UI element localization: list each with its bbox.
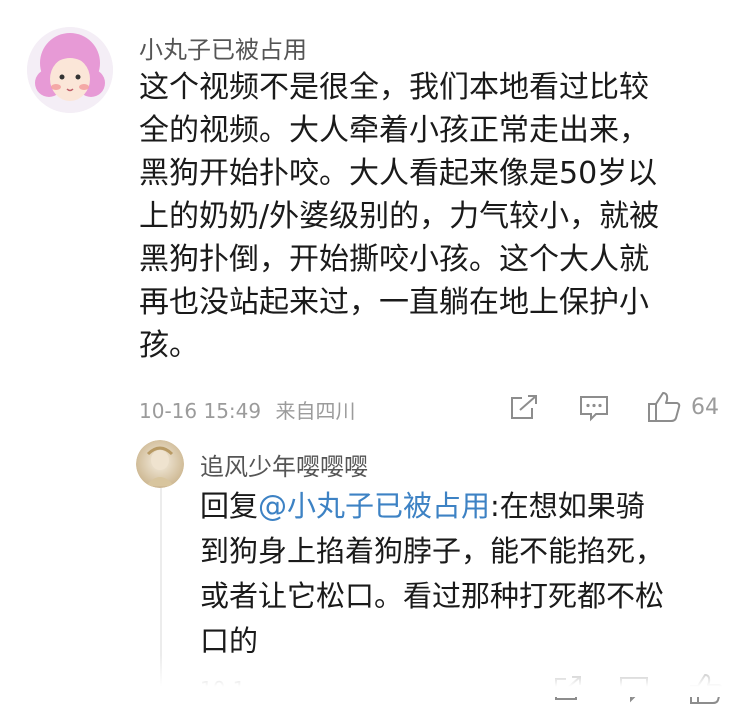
bottom-fade (0, 655, 750, 697)
reply-first-line-rest: :在想如果骑 (490, 489, 645, 523)
comment-line: 上的奶奶/外婆级别的，力气较小，就被 (139, 199, 660, 234)
share-icon[interactable] (508, 394, 540, 426)
comment-location: 来自四川 (275, 399, 356, 423)
avatar-illustration (27, 27, 113, 113)
comment-icon[interactable] (578, 394, 610, 426)
comment-line: 这个视频不是很全，我们本地看过比较 (139, 70, 649, 105)
comment-line: 黑狗开始扑咬。大人看起来像是50岁以 (139, 156, 658, 191)
like-icon[interactable] (646, 390, 682, 428)
reply-body: 回复@小丸子已被占用:在想如果骑 到狗身上掐着狗脖子，能不能掐死， 或者让它松口… (200, 484, 664, 664)
comment-line: 黑狗扑倒，开始撕咬小孩。这个大人就 (139, 242, 649, 277)
comment-username[interactable]: 小丸子已被占用 (139, 30, 307, 65)
comment-timestamp: 10-16 15:49 (139, 399, 262, 423)
avatar[interactable] (27, 27, 113, 113)
reply-username[interactable]: 追风少年嘤嘤嘤 (200, 447, 368, 482)
like-count: 64 (691, 395, 719, 420)
reply-avatar[interactable] (136, 440, 184, 488)
mention-link[interactable]: @小丸子已被占用 (258, 489, 490, 523)
reply-first-line: 回复@小丸子已被占用:在想如果骑 (200, 484, 664, 529)
reply-avatar-image (136, 440, 184, 488)
reply-line: 或者让它松口。看过那种打死都不松 (200, 579, 665, 613)
comment-meta: 10-16 15:49 来自四川 (139, 395, 355, 424)
reply-line: 到狗身上掐着狗脖子，能不能掐死， (200, 534, 665, 568)
comment-line: 全的视频。大人牵着小孩正常走出来， (139, 113, 649, 148)
comment-line: 再也没站起来过，一直躺在地上保护小 (139, 285, 649, 320)
reply-prefix: 回复 (200, 489, 259, 523)
comment-body: 这个视频不是很全，我们本地看过比较 全的视频。大人牵着小孩正常走出来， 黑狗开始… (139, 66, 659, 367)
comment-line: 孩。 (139, 328, 199, 363)
